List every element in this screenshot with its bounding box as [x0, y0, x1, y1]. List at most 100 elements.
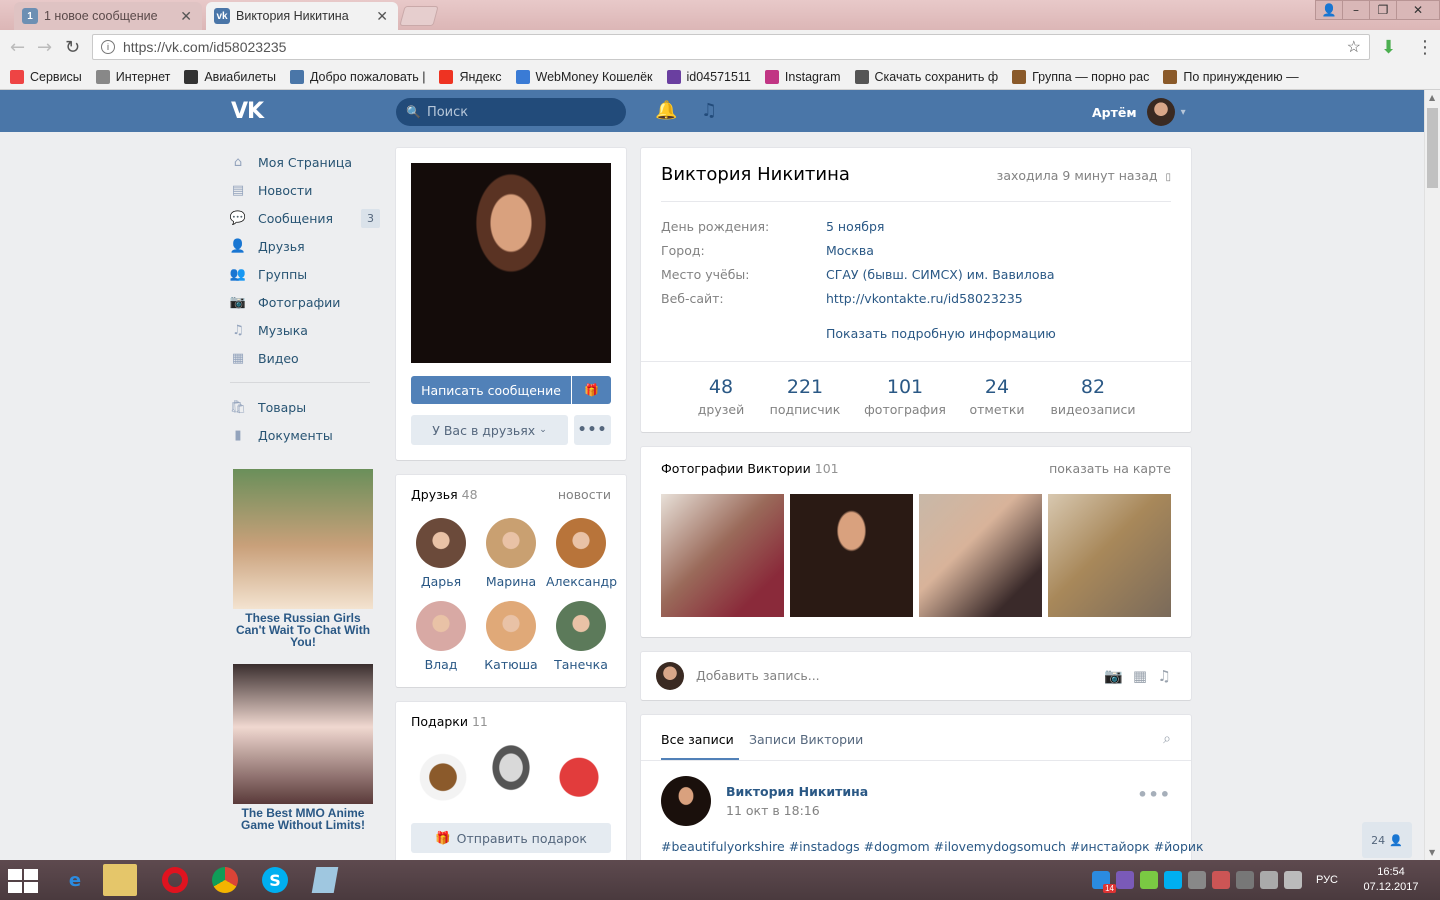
friend-status-button[interactable]: У Вас в друзьях ⌄: [411, 415, 568, 445]
internet-explorer-icon[interactable]: e: [58, 864, 92, 896]
viber-icon[interactable]: [1115, 871, 1134, 889]
bookmark-item[interactable]: По принуждению —: [1163, 69, 1299, 84]
post-menu-button[interactable]: •••: [1137, 785, 1171, 804]
show-on-map-link[interactable]: показать на карте: [1049, 461, 1171, 476]
tray-app-icon[interactable]: 14: [1091, 871, 1116, 893]
tab-all-posts[interactable]: Все записи: [661, 732, 734, 747]
sidebar-item[interactable]: ▤ Новости: [230, 176, 380, 204]
minimize-button[interactable]: –: [1342, 0, 1370, 20]
friend-name[interactable]: Дарья: [406, 574, 476, 589]
vk-logo[interactable]: VK: [231, 99, 264, 124]
profile-counter[interactable]: 101 фотография: [860, 376, 950, 417]
send-gift-button[interactable]: 🎁 Отправить подарок: [411, 823, 611, 853]
friend-name[interactable]: Катюша: [476, 657, 546, 672]
write-message-button[interactable]: Написать сообщение: [411, 376, 571, 404]
chrome-icon[interactable]: [208, 864, 242, 896]
sidebar-item[interactable]: ▦ Видео: [230, 344, 380, 372]
sidebar-item[interactable]: 👤 Друзья: [230, 232, 380, 260]
bookmark-item[interactable]: Скачать сохранить ф: [854, 69, 998, 84]
scrollbar-thumb[interactable]: [1427, 108, 1438, 188]
address-bar[interactable]: i https://vk.com/id58023235 ☆: [92, 34, 1370, 60]
music-icon[interactable]: ♫: [701, 100, 717, 121]
ad-image[interactable]: [233, 469, 373, 609]
bookmark-item[interactable]: Instagram: [764, 69, 841, 84]
profile-photo[interactable]: [411, 163, 611, 363]
video-icon[interactable]: ▦: [1133, 667, 1147, 685]
sidebar-item[interactable]: ▮ Документы: [230, 421, 380, 449]
avatar[interactable]: [486, 518, 536, 568]
search-input[interactable]: 🔍 Поиск: [396, 98, 626, 126]
skype-tray-icon[interactable]: [1163, 871, 1182, 889]
ad-image[interactable]: [233, 664, 373, 804]
friend-name[interactable]: Танечка: [546, 657, 616, 672]
friend-item[interactable]: Катюша: [476, 601, 546, 672]
close-icon[interactable]: ✕: [376, 8, 388, 25]
notepad-icon[interactable]: [308, 864, 342, 896]
maximize-button[interactable]: ❐: [1369, 0, 1397, 20]
sidebar-item[interactable]: ⌂ Моя Страница: [230, 148, 380, 176]
info-value[interactable]: Москва: [826, 243, 874, 258]
sidebar-item[interactable]: ♫ Музыка: [230, 316, 380, 344]
tray-app-icon[interactable]: [1187, 871, 1206, 889]
sidebar-item[interactable]: 🛍 Товары: [230, 393, 380, 421]
ad-banner[interactable]: These Russian Girls Can't Wait To Chat W…: [233, 469, 373, 648]
avatar[interactable]: [416, 601, 466, 651]
info-value[interactable]: http://vkontakte.ru/id58023235: [826, 291, 1023, 306]
friend-name[interactable]: Марина: [476, 574, 546, 589]
network-icon[interactable]: [1259, 871, 1278, 889]
avatar[interactable]: [556, 601, 606, 651]
bell-icon[interactable]: 🔔: [655, 100, 677, 121]
show-details-link[interactable]: Показать подробную информацию: [826, 326, 1056, 341]
gift-coffee-image[interactable]: [411, 742, 475, 806]
close-window-button[interactable]: ✕: [1396, 0, 1440, 20]
back-icon[interactable]: ←: [10, 37, 25, 58]
more-actions-button[interactable]: •••: [574, 415, 611, 445]
tab-owner-posts[interactable]: Записи Виктории: [749, 732, 863, 747]
gift-icon[interactable]: 🎁: [572, 376, 611, 404]
photo-thumbnail[interactable]: [661, 494, 784, 617]
profile-counter[interactable]: 221 подписчик: [760, 376, 850, 417]
user-icon[interactable]: 👤: [1315, 0, 1343, 20]
ad-text[interactable]: These Russian Girls Can't Wait To Chat W…: [233, 612, 373, 648]
tray-app-icon[interactable]: [1211, 871, 1230, 889]
friend-item[interactable]: Танечка: [546, 601, 616, 672]
info-icon[interactable]: i: [101, 40, 115, 54]
ad-banner[interactable]: The Best MMO Anime Game Without Limits!: [233, 664, 373, 831]
info-value[interactable]: 5 ноября: [826, 219, 884, 234]
start-button[interactable]: [8, 869, 38, 893]
clock[interactable]: 16:54 07.12.2017: [1356, 865, 1426, 895]
bookmark-star-icon[interactable]: ☆: [1347, 37, 1361, 57]
bookmark-item[interactable]: Интернет: [95, 69, 170, 84]
tray-app-icon[interactable]: [1139, 871, 1158, 889]
post-composer[interactable]: Добавить запись... 📷 ▦ ♫: [641, 652, 1191, 700]
camera-icon[interactable]: 📷: [1104, 667, 1123, 685]
friends-title[interactable]: Друзья 48: [411, 487, 478, 502]
scrollbar[interactable]: ▲ ▼: [1424, 90, 1440, 860]
post-date[interactable]: 11 окт в 18:16: [726, 803, 820, 818]
friend-item[interactable]: Влад: [406, 601, 476, 672]
bookmark-item[interactable]: Группа — порно рас: [1012, 69, 1149, 84]
forward-icon[interactable]: →: [37, 37, 52, 58]
friend-name[interactable]: Влад: [406, 657, 476, 672]
friend-item[interactable]: Дарья: [406, 518, 476, 589]
user-menu[interactable]: Артём ▾: [1092, 98, 1186, 126]
gifts-title[interactable]: Подарки 11: [411, 714, 488, 729]
skype-icon[interactable]: S: [258, 864, 292, 896]
reload-icon[interactable]: ↻: [65, 37, 80, 58]
photos-title[interactable]: Фотографии Виктории 101: [661, 461, 839, 476]
friends-news-link[interactable]: новости: [558, 487, 611, 502]
scroll-down-icon[interactable]: ▼: [1429, 848, 1435, 857]
language-indicator[interactable]: РУС: [1316, 874, 1338, 886]
ad-text[interactable]: The Best MMO Anime Game Without Limits!: [233, 807, 373, 831]
photo-thumbnail[interactable]: [790, 494, 913, 617]
profile-counter[interactable]: 48 друзей: [676, 376, 766, 417]
new-tab-button[interactable]: [399, 6, 439, 26]
avatar[interactable]: [416, 518, 466, 568]
bookmark-item[interactable]: Добро пожаловать |: [289, 69, 425, 84]
friend-name[interactable]: Александр: [546, 574, 617, 589]
friend-item[interactable]: Александр: [546, 518, 617, 589]
tray-app-icon[interactable]: [1235, 871, 1254, 889]
gift-cake-image[interactable]: [547, 742, 611, 806]
online-friends-button[interactable]: 24 👤: [1362, 822, 1412, 858]
avatar[interactable]: [661, 776, 711, 826]
